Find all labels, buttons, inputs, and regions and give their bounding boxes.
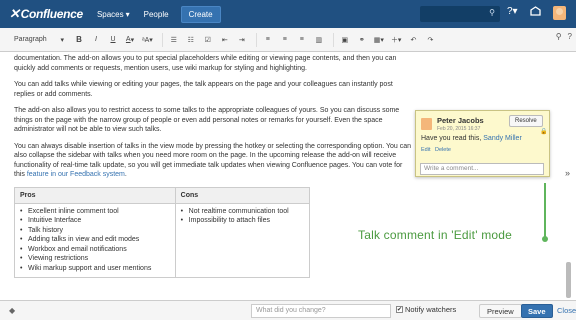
spaces-label: Spaces: [96, 9, 124, 19]
pros-header: Pros: [14, 186, 176, 204]
user-mention[interactable]: Sandy Miller: [483, 135, 522, 142]
paragraph-4: You can always disable insertion of talk…: [14, 142, 414, 180]
save-button[interactable]: Save: [521, 304, 553, 318]
find-icon[interactable]: ⚲: [556, 32, 562, 41]
people-label: People: [143, 9, 169, 19]
comment-message: Have you read this, Sandy Miller: [421, 135, 522, 142]
underline-button[interactable]: U: [106, 32, 120, 48]
logo-text: Confluence: [20, 7, 84, 21]
close-button[interactable]: Close: [557, 306, 576, 315]
align-left-icon[interactable]: ≡: [261, 32, 275, 48]
pros-cons-table: Pros Cons Excellent inline comment tool …: [14, 186, 311, 279]
outdent-icon[interactable]: ⇤: [218, 32, 232, 48]
bottom-bar: ◆ What did you change? ✔ Notify watchers…: [0, 300, 576, 320]
scrollbar[interactable]: [566, 262, 571, 298]
comment-date: Feb 20, 2015 16:37: [437, 126, 481, 132]
feedback-link[interactable]: feature in our Feedback system: [27, 171, 125, 178]
notify-label: Notify watchers: [405, 305, 457, 314]
task-list-icon[interactable]: ☑: [201, 32, 215, 48]
insert-image-icon[interactable]: ▣: [338, 32, 352, 48]
cons-header: Cons: [174, 186, 311, 204]
pros-list: Excellent inline comment tool Intuitive …: [20, 207, 170, 274]
align-center-icon[interactable]: ≡: [278, 32, 292, 48]
toolbar-divider: [332, 32, 334, 47]
link-icon[interactable]: ⚭: [355, 32, 369, 48]
lock-icon[interactable]: 🔒: [540, 128, 547, 135]
list-item: Not realtime communication tool: [181, 207, 304, 217]
paragraph-label: Paragraph: [14, 36, 47, 43]
indent-icon[interactable]: ⇥: [235, 32, 249, 48]
paragraph-2: You can add talks while viewing or editi…: [14, 81, 393, 98]
redo-icon[interactable]: ↷: [423, 32, 437, 48]
change-comment-input[interactable]: What did you change?: [251, 304, 391, 318]
align-right-icon[interactable]: ≡: [295, 32, 309, 48]
insert-more-icon[interactable]: ＋▾: [389, 32, 404, 48]
list-item: Workbox and email notifications: [20, 245, 170, 255]
list-item: Viewing restrictions: [20, 254, 170, 264]
paragraph-3: The add-on also allows you to restrict a…: [14, 106, 414, 135]
commenter-name[interactable]: Peter Jacobs: [437, 116, 484, 125]
table-icon[interactable]: ▦▾: [372, 32, 386, 48]
toolbar-divider: [255, 32, 257, 47]
annotation-caption: Talk comment in 'Edit' mode: [358, 228, 513, 242]
bullet-list-icon[interactable]: ☰: [167, 32, 181, 48]
list-item: Wiki markup support and user mentions: [20, 264, 170, 274]
user-avatar[interactable]: [553, 6, 566, 20]
paragraph-style-select[interactable]: Paragraph ▾: [9, 32, 69, 48]
toolbar-divider: [161, 32, 163, 47]
search-icon: ⚲: [489, 8, 495, 17]
italic-button[interactable]: I: [89, 32, 103, 48]
help-icon[interactable]: ?▾: [507, 6, 518, 17]
delete-link[interactable]: Delete: [435, 147, 451, 153]
notifications-icon[interactable]: [530, 6, 541, 17]
numbered-list-icon[interactable]: ☷: [184, 32, 198, 48]
chevron-down-icon: ▾: [125, 9, 130, 19]
cons-cell: Not realtime communication tool Impossib…: [174, 202, 311, 278]
annotation-line: [544, 183, 546, 238]
list-item: Intuitive Interface: [20, 216, 170, 226]
search-input[interactable]: ⚲: [420, 6, 500, 22]
edit-link[interactable]: Edit: [421, 147, 430, 153]
spaces-menu[interactable]: Spaces ▾: [97, 10, 130, 19]
list-item: Excellent inline comment tool: [20, 207, 170, 217]
people-link[interactable]: People: [144, 10, 169, 19]
checkbox-icon[interactable]: ✔: [396, 306, 403, 313]
resolve-button[interactable]: Resolve: [509, 115, 543, 127]
annotation-dot: [542, 236, 548, 242]
comment-text: Have you read this,: [421, 135, 484, 142]
list-item: Impossibility to attach files: [181, 216, 304, 226]
page-layout-icon[interactable]: ▥: [312, 32, 326, 48]
comment-actions: Edit Delete: [421, 147, 454, 153]
list-item: Talk history: [20, 226, 170, 236]
comment-input[interactable]: Write a comment...: [420, 163, 544, 175]
help-icon[interactable]: ?: [568, 32, 572, 41]
paragraph-1: documentation. The add-on allows you to …: [14, 55, 397, 72]
talk-comment-popup: Peter Jacobs Feb 20, 2015 16:37 Resolve …: [415, 110, 550, 177]
confluence-x-icon: ✕: [9, 6, 20, 21]
cons-list: Not realtime communication tool Impossib…: [181, 207, 304, 226]
pros-cell: Excellent inline comment tool Intuitive …: [14, 202, 176, 278]
paragraph-4-end: .: [124, 171, 127, 178]
collapse-sidebar-icon[interactable]: »: [565, 168, 570, 178]
notify-watchers-checkbox[interactable]: ✔ Notify watchers: [396, 305, 456, 314]
paragraph-3-text: The add-on also allows you to restrict a…: [14, 107, 400, 133]
commenter-avatar: [421, 118, 432, 130]
preview-button[interactable]: Preview: [479, 304, 522, 318]
undo-icon[interactable]: ↶: [406, 32, 420, 48]
more-formatting-button[interactable]: ᵃA▾: [140, 32, 155, 48]
create-button[interactable]: Create: [180, 5, 221, 23]
bold-button[interactable]: B: [72, 32, 86, 48]
toolbar-right: ⚲ ?: [556, 32, 572, 41]
label-icon[interactable]: ◆: [9, 306, 15, 315]
list-item: Adding talks in view and edit modes: [20, 235, 170, 245]
editor-toolbar: Paragraph ▾ B I U A ▾ ᵃA▾ ☰ ☷ ☑ ⇤ ⇥ ≡ ≡ ≡…: [0, 28, 576, 52]
chevron-down-icon: ▾: [60, 36, 64, 44]
confluence-logo[interactable]: ✕ Confluence: [9, 6, 83, 22]
text-color-button[interactable]: A ▾: [123, 32, 137, 48]
